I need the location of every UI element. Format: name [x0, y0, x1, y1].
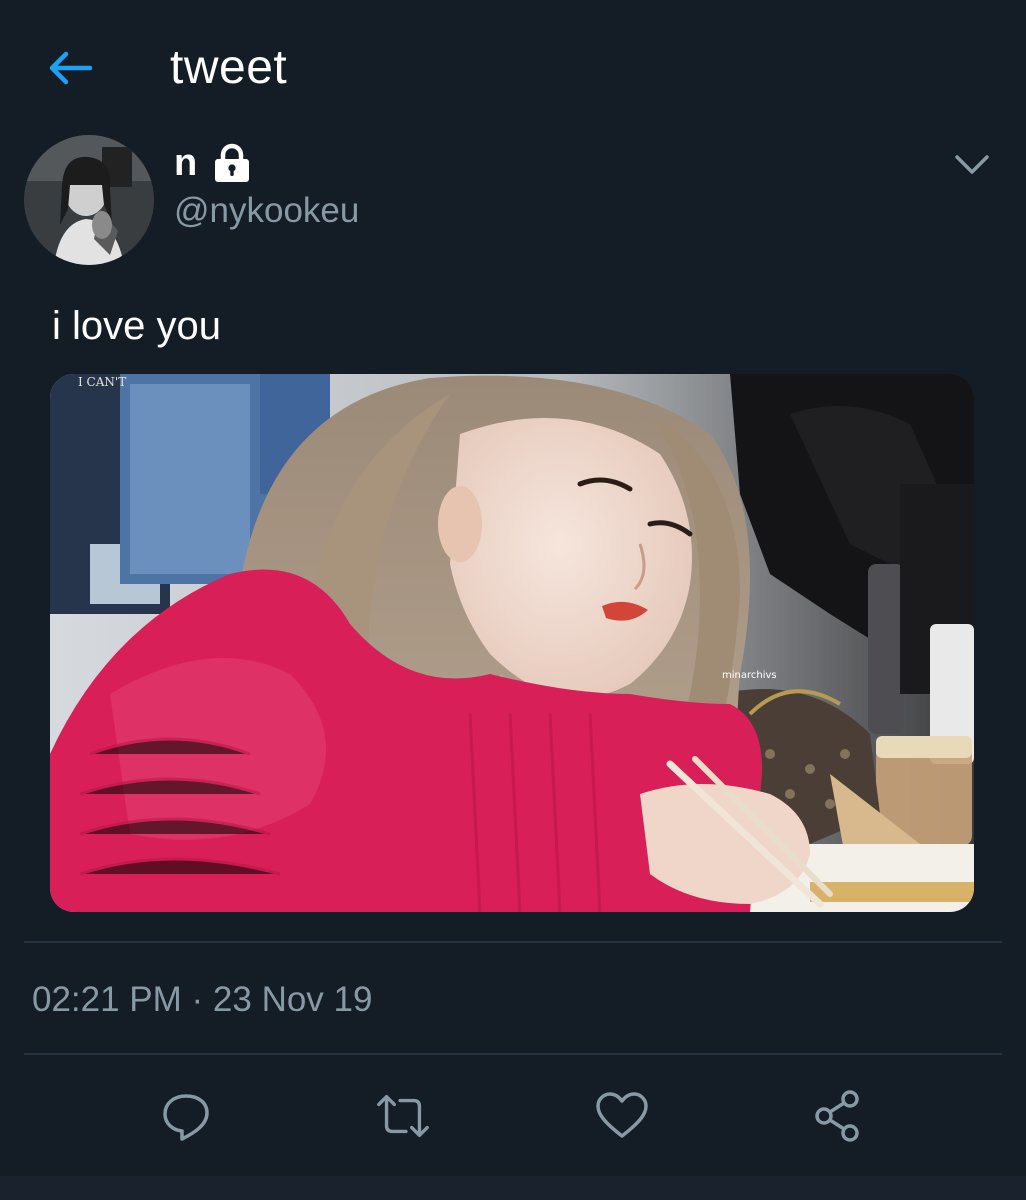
author-handle[interactable]: @nykookeu — [174, 191, 359, 231]
display-name[interactable]: n — [174, 142, 197, 185]
tweet-actions — [0, 1086, 1026, 1146]
heart-icon — [596, 1092, 648, 1138]
tweet-options-button[interactable] — [946, 142, 998, 188]
back-button[interactable] — [42, 46, 98, 90]
media-overlay-text: I CAN'T — [78, 375, 126, 389]
avatar[interactable] — [24, 135, 154, 265]
share-button[interactable] — [808, 1086, 868, 1146]
tweet-screen: tweet n @nykookeu i love you I CAN'T min… — [0, 0, 1026, 1200]
retweet-button[interactable] — [373, 1086, 433, 1146]
divider-bottom — [24, 1053, 1002, 1055]
retweet-icon — [377, 1094, 429, 1138]
chevron-down-icon — [955, 155, 989, 174]
reply-icon — [163, 1094, 209, 1141]
author-name-row: n — [174, 138, 251, 188]
reply-button[interactable] — [156, 1086, 216, 1146]
tweet-text: i love you — [52, 304, 221, 348]
tweet-photo: I CAN'T minarchivs — [50, 374, 974, 912]
share-icon — [815, 1090, 859, 1142]
divider-top — [24, 941, 1002, 943]
like-button[interactable] — [592, 1086, 652, 1146]
tweet-media[interactable]: I CAN'T minarchivs — [50, 374, 974, 912]
bottom-bar — [0, 1176, 1026, 1200]
media-watermark: minarchivs — [722, 670, 777, 681]
arrow-left-icon — [49, 51, 93, 85]
page-title: tweet — [170, 41, 288, 94]
avatar-photo — [24, 135, 154, 265]
top-bar: tweet — [0, 0, 1026, 136]
tweet-timestamp: 02:21 PM · 23 Nov 19 — [32, 980, 373, 1019]
lock-icon — [215, 143, 250, 182]
